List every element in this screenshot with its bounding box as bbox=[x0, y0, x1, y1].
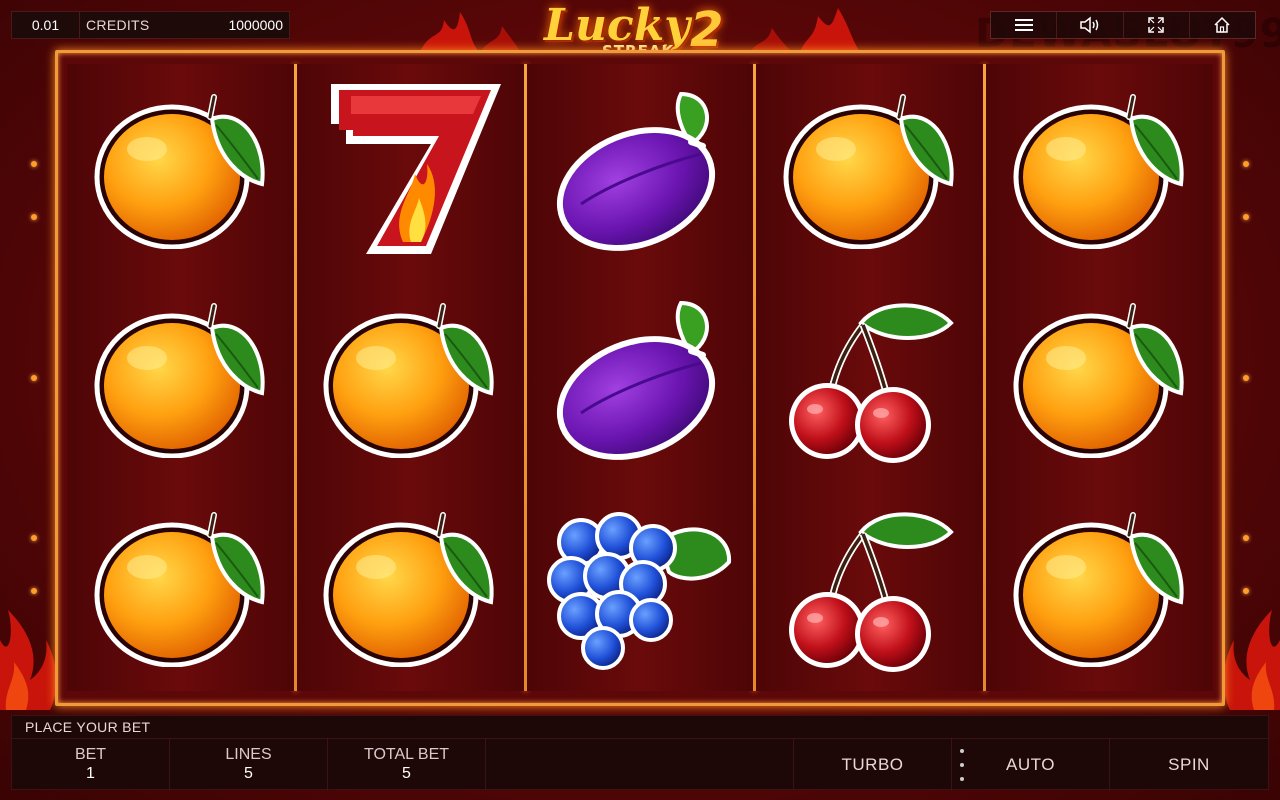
fullscreen-button[interactable] bbox=[1124, 12, 1190, 38]
orange-symbol bbox=[756, 64, 985, 273]
right-flame-decoration bbox=[1223, 610, 1280, 710]
header-icon-bar bbox=[990, 11, 1256, 39]
plum-symbol bbox=[527, 273, 756, 482]
cherry-symbol bbox=[756, 273, 985, 482]
side-dot bbox=[1243, 214, 1249, 220]
bottom-spacer bbox=[486, 739, 794, 791]
menu-button[interactable] bbox=[991, 12, 1058, 38]
fullscreen-icon bbox=[1148, 17, 1164, 33]
orange-symbol bbox=[67, 273, 296, 482]
bet-value: 1 bbox=[86, 765, 95, 782]
sound-button[interactable] bbox=[1057, 12, 1124, 38]
side-dot bbox=[1243, 588, 1249, 594]
orange-symbol bbox=[67, 64, 296, 273]
status-message: PLACE YOUR BET bbox=[25, 719, 151, 735]
side-dot bbox=[31, 161, 37, 167]
turbo-button[interactable]: TURBO bbox=[794, 739, 952, 791]
total-bet-display: TOTAL BET 5 bbox=[328, 739, 486, 791]
credits-label: CREDITS bbox=[86, 17, 150, 33]
auto-label: AUTO bbox=[1006, 755, 1055, 774]
side-dot bbox=[31, 214, 37, 220]
sound-icon bbox=[1080, 16, 1099, 34]
credits-display: 0.01 CREDITS 1000000 bbox=[11, 11, 290, 39]
credits-value: 1000000 bbox=[228, 17, 283, 33]
reel-frame bbox=[55, 50, 1225, 706]
reel-2 bbox=[296, 64, 526, 691]
reel-3 bbox=[526, 64, 756, 691]
auto-button[interactable]: AUTO bbox=[952, 739, 1110, 791]
home-button[interactable] bbox=[1190, 12, 1255, 38]
total-bet-label: TOTAL BET bbox=[363, 746, 450, 763]
orange-symbol bbox=[986, 273, 1215, 482]
reel-4 bbox=[756, 64, 985, 691]
side-dot bbox=[1243, 535, 1249, 541]
side-dot bbox=[1243, 161, 1249, 167]
lines-label: LINES bbox=[225, 746, 272, 763]
home-icon bbox=[1214, 16, 1230, 33]
left-flame-decoration bbox=[0, 610, 57, 710]
bet-label: BET bbox=[74, 746, 107, 763]
lines-control[interactable]: LINES 5 bbox=[170, 739, 328, 791]
orange-symbol bbox=[297, 482, 526, 691]
orange-symbol bbox=[67, 482, 296, 691]
grapes-symbol bbox=[527, 482, 756, 691]
controls-row: BET 1 LINES 5 TOTAL BET 5 TURBO AUTO SPI… bbox=[12, 738, 1268, 791]
orange-symbol bbox=[986, 482, 1215, 691]
coin-denomination[interactable]: 0.01 bbox=[12, 12, 80, 38]
reel-1 bbox=[67, 64, 294, 691]
plum-symbol bbox=[527, 64, 756, 273]
side-dot bbox=[1243, 375, 1249, 381]
total-bet-value: 5 bbox=[402, 765, 411, 782]
turbo-label: TURBO bbox=[841, 755, 904, 774]
seven-symbol bbox=[297, 64, 526, 273]
side-dot bbox=[31, 535, 37, 541]
side-dot bbox=[31, 588, 37, 594]
bet-control[interactable]: BET 1 bbox=[12, 739, 170, 791]
spin-button[interactable]: SPIN bbox=[1110, 739, 1268, 791]
lines-value: 5 bbox=[244, 765, 253, 782]
menu-icon bbox=[1014, 19, 1033, 31]
spin-label: SPIN bbox=[1168, 755, 1210, 774]
reels-area bbox=[67, 64, 1215, 691]
bottom-control-panel: PLACE YOUR BET BET 1 LINES 5 TOTAL BET 5… bbox=[11, 715, 1269, 791]
cherry-symbol bbox=[756, 482, 985, 691]
reel-5 bbox=[986, 64, 1215, 691]
side-dot bbox=[31, 375, 37, 381]
auto-options-icon[interactable] bbox=[960, 749, 964, 781]
orange-symbol bbox=[297, 273, 526, 482]
orange-symbol bbox=[986, 64, 1215, 273]
